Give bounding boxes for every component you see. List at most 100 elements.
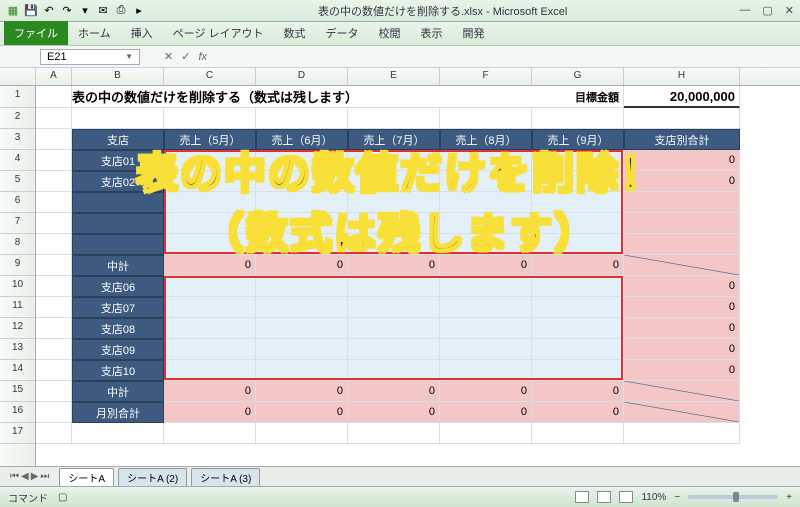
grandtotal[interactable]: 0 bbox=[164, 402, 256, 423]
row-header[interactable]: 15 bbox=[0, 381, 35, 402]
tab-developer[interactable]: 開発 bbox=[453, 21, 495, 45]
branch-name[interactable]: 支店07 bbox=[72, 297, 164, 318]
branch-name[interactable]: 支店02 bbox=[72, 171, 164, 192]
branch-name[interactable]: 支店06 bbox=[72, 276, 164, 297]
tab-home[interactable]: ホーム bbox=[68, 21, 121, 45]
cell[interactable] bbox=[36, 129, 72, 150]
branch-name[interactable] bbox=[72, 234, 164, 255]
qat-icon[interactable]: ▸ bbox=[132, 4, 146, 18]
sheet-tab[interactable]: シートA (3) bbox=[191, 468, 260, 486]
cell[interactable] bbox=[256, 108, 348, 129]
row-header[interactable]: 14 bbox=[0, 360, 35, 381]
branch-total[interactable]: 0 bbox=[624, 297, 740, 318]
row-header[interactable]: 8 bbox=[0, 234, 35, 255]
cell[interactable] bbox=[624, 192, 740, 213]
cell[interactable] bbox=[36, 213, 72, 234]
cell[interactable] bbox=[440, 150, 532, 171]
cell[interactable] bbox=[624, 213, 740, 234]
cell[interactable] bbox=[256, 423, 348, 444]
cell[interactable] bbox=[36, 318, 72, 339]
cell[interactable] bbox=[36, 339, 72, 360]
row-header[interactable]: 7 bbox=[0, 213, 35, 234]
cell[interactable] bbox=[624, 234, 740, 255]
cell[interactable] bbox=[532, 108, 624, 129]
cell[interactable] bbox=[532, 171, 624, 192]
cell[interactable] bbox=[164, 171, 256, 192]
subtotal-label[interactable]: 中計 bbox=[72, 255, 164, 276]
qat-icon[interactable]: ⎙ bbox=[114, 4, 128, 18]
cell[interactable] bbox=[348, 213, 440, 234]
cell[interactable] bbox=[532, 234, 624, 255]
cell[interactable] bbox=[624, 423, 740, 444]
row-header[interactable]: 13 bbox=[0, 339, 35, 360]
cell[interactable] bbox=[440, 171, 532, 192]
th-branch[interactable]: 支店 bbox=[72, 129, 164, 150]
sheet-tab[interactable]: シートA (2) bbox=[118, 468, 187, 486]
col-header[interactable]: G bbox=[532, 68, 624, 85]
col-header[interactable]: C bbox=[164, 68, 256, 85]
cell[interactable] bbox=[36, 423, 72, 444]
cell[interactable] bbox=[348, 234, 440, 255]
branch-total[interactable]: 0 bbox=[624, 171, 740, 192]
cell[interactable] bbox=[164, 318, 256, 339]
minimize-icon[interactable]: — bbox=[739, 4, 750, 17]
row-header[interactable]: 11 bbox=[0, 297, 35, 318]
cell[interactable] bbox=[440, 192, 532, 213]
col-header[interactable]: E bbox=[348, 68, 440, 85]
cell[interactable] bbox=[36, 86, 72, 108]
diag-cell[interactable] bbox=[624, 381, 740, 402]
cell[interactable] bbox=[348, 108, 440, 129]
row-header[interactable]: 3 bbox=[0, 129, 35, 150]
view-normal-icon[interactable] bbox=[575, 491, 589, 503]
cell[interactable] bbox=[532, 213, 624, 234]
subtotal-label[interactable]: 中計 bbox=[72, 381, 164, 402]
cell[interactable] bbox=[164, 150, 256, 171]
th-jul[interactable]: 売上（7月） bbox=[348, 129, 440, 150]
macro-rec-icon[interactable]: ▢ bbox=[58, 492, 67, 503]
cell[interactable] bbox=[164, 297, 256, 318]
th-may[interactable]: 売上（5月） bbox=[164, 129, 256, 150]
grandtotal[interactable]: 0 bbox=[532, 402, 624, 423]
qat-icon[interactable]: ✉ bbox=[96, 4, 110, 18]
cell[interactable] bbox=[532, 150, 624, 171]
cell[interactable] bbox=[36, 402, 72, 423]
branch-name[interactable]: 支店01 bbox=[72, 150, 164, 171]
row-header[interactable]: 1 bbox=[0, 86, 35, 108]
worksheet[interactable]: 表の中の数値だけを削除する（数式は残します） 目標金額 20,000,000 支… bbox=[36, 86, 740, 466]
cell[interactable] bbox=[532, 318, 624, 339]
cell[interactable] bbox=[36, 171, 72, 192]
tab-review[interactable]: 校閲 bbox=[369, 21, 411, 45]
row-header[interactable]: 10 bbox=[0, 276, 35, 297]
branch-total[interactable]: 0 bbox=[624, 339, 740, 360]
diag-cell[interactable] bbox=[624, 402, 740, 423]
zoom-in-icon[interactable]: + bbox=[786, 492, 792, 503]
cell[interactable] bbox=[164, 276, 256, 297]
cell[interactable] bbox=[256, 360, 348, 381]
maximize-icon[interactable]: ▢ bbox=[762, 4, 772, 17]
cell[interactable] bbox=[532, 276, 624, 297]
zoom-out-icon[interactable]: − bbox=[674, 492, 680, 503]
cell[interactable] bbox=[36, 255, 72, 276]
select-all-corner[interactable] bbox=[0, 68, 36, 85]
cell[interactable] bbox=[348, 192, 440, 213]
cell[interactable] bbox=[348, 171, 440, 192]
th-aug[interactable]: 売上（8月） bbox=[440, 129, 532, 150]
cell[interactable] bbox=[348, 297, 440, 318]
cell[interactable] bbox=[164, 213, 256, 234]
tab-view[interactable]: 表示 bbox=[411, 21, 453, 45]
view-pagebreak-icon[interactable] bbox=[619, 491, 633, 503]
subtotal[interactable]: 0 bbox=[348, 381, 440, 402]
cell[interactable] bbox=[164, 339, 256, 360]
cell[interactable] bbox=[164, 423, 256, 444]
cell[interactable] bbox=[532, 360, 624, 381]
undo-icon[interactable]: ↶ bbox=[42, 4, 56, 18]
row-header[interactable]: 5 bbox=[0, 171, 35, 192]
tab-pagelayout[interactable]: ページ レイアウト bbox=[163, 21, 274, 45]
cell[interactable] bbox=[440, 297, 532, 318]
cell[interactable] bbox=[256, 234, 348, 255]
cell[interactable] bbox=[164, 108, 256, 129]
cell[interactable] bbox=[36, 381, 72, 402]
view-pagelayout-icon[interactable] bbox=[597, 491, 611, 503]
row-header[interactable]: 9 bbox=[0, 255, 35, 276]
cell[interactable] bbox=[348, 423, 440, 444]
